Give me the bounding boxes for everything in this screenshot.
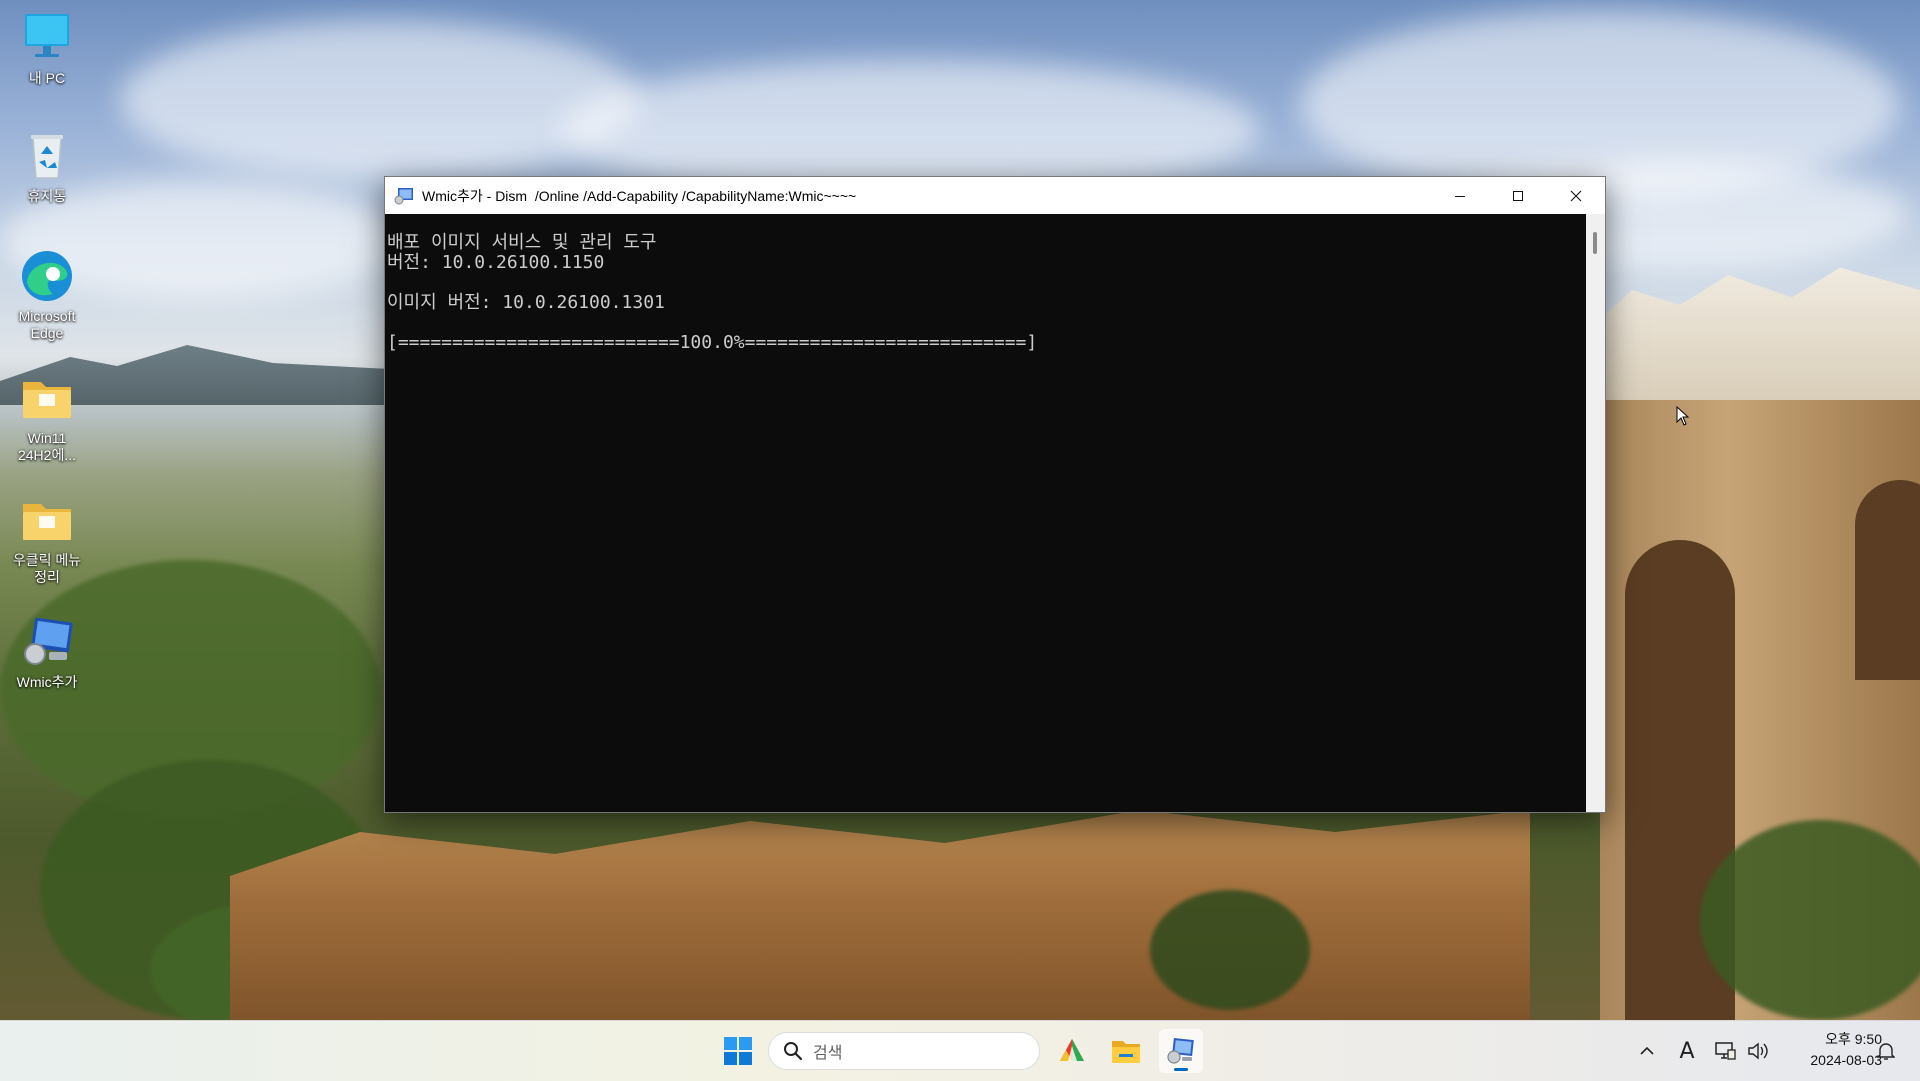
console-line: 배포 이미지 서비스 및 관리 도구 [387, 232, 657, 253]
desktop-icon-win11-folder[interactable]: Win11 24H2에... [2, 370, 92, 464]
desktop-icon-wmic[interactable]: Wmic추가 [2, 614, 92, 691]
window-title: Wmic추가 - Dism /Online /Add-Capability /C… [422, 187, 857, 204]
maximize-icon [1513, 190, 1523, 201]
window-titlebar[interactable]: Wmic추가 - Dism /Online /Add-Capability /C… [385, 177, 1605, 214]
desktop-icon-my-pc[interactable]: 내 PC [2, 10, 92, 87]
desktop-icon-label: Win11 24H2에... [17, 430, 77, 463]
desktop-icon-label: 우클릭 메뉴 정리 [12, 552, 82, 585]
bell-icon [1877, 1043, 1895, 1060]
desktop-icon-recycle-bin[interactable]: 휴지통 [2, 128, 92, 205]
colorful-app-icon [1060, 1039, 1084, 1061]
scrollbar-thumb[interactable] [1593, 232, 1597, 254]
desktop-icon-label: 내 PC [28, 70, 66, 86]
console-scrollbar[interactable] [1586, 214, 1605, 812]
console-app-icon [1167, 1037, 1194, 1064]
notifications-button[interactable] [1870, 1021, 1902, 1081]
file-explorer-icon [1112, 1041, 1140, 1063]
progress-bar-text: [==========================100.0%=======… [387, 332, 1038, 353]
windows-logo-icon [724, 1037, 752, 1065]
search-icon [784, 1042, 803, 1061]
maximize-button[interactable] [1489, 177, 1547, 214]
start-button[interactable] [720, 1033, 756, 1069]
taskbar-app-wmic-console[interactable] [1159, 1029, 1203, 1073]
minimize-icon [1455, 195, 1465, 197]
taskbar-search-box[interactable]: 검색 [768, 1032, 1040, 1070]
network-button[interactable] [1710, 1021, 1740, 1081]
ime-indicator[interactable]: A [1672, 1021, 1702, 1081]
console-output[interactable]: 배포 이미지 서비스 및 관리 도구 버전: 10.0.26100.1150 이… [385, 214, 1586, 812]
clock-time: 오후 9:50 [1825, 1031, 1882, 1047]
search-placeholder: 검색 [813, 1045, 843, 1062]
desktop-icon-label: 휴지통 [27, 188, 67, 204]
clock-date: 2024-08-03 [1810, 1052, 1882, 1068]
minimize-button[interactable] [1431, 177, 1489, 214]
desktop-icon-context-menu-folder[interactable]: 우클릭 메뉴 정리 [2, 492, 92, 586]
mouse-cursor-icon [1676, 406, 1690, 426]
active-app-indicator [1174, 1068, 1188, 1071]
recycle-bin-icon [19, 128, 75, 184]
console-line: 이미지 버전: 10.0.26100.1301 [387, 292, 665, 313]
desktop-icon-label: Microsoft Edge [18, 308, 76, 341]
edge-icon [19, 248, 75, 304]
console-app-icon [394, 187, 414, 205]
desktop-icon-label: Wmic추가 [16, 674, 78, 690]
console-window[interactable]: Wmic추가 - Dism /Online /Add-Capability /C… [384, 176, 1606, 813]
close-button[interactable] [1547, 177, 1605, 214]
computer-icon [19, 10, 75, 66]
speaker-icon [1748, 1042, 1768, 1060]
tray-overflow-button[interactable] [1632, 1021, 1662, 1081]
window-controls [1431, 177, 1605, 214]
volume-button[interactable] [1743, 1021, 1773, 1081]
close-icon [1570, 190, 1582, 201]
network-icon [1715, 1042, 1736, 1060]
wmic-shortcut-icon [19, 614, 75, 670]
folder-icon [19, 492, 75, 548]
taskbar: 검색 A 오후 9:50 2024-08-03 [0, 1020, 1920, 1081]
taskbar-app-file-explorer[interactable] [1104, 1029, 1148, 1073]
taskbar-app-colorful[interactable] [1050, 1029, 1094, 1073]
console-line: 버전: 10.0.26100.1150 [387, 252, 605, 273]
folder-icon [19, 370, 75, 426]
taskbar-clock[interactable]: 오후 9:50 2024-08-03 [1772, 1029, 1882, 1071]
desktop-icon-edge[interactable]: Microsoft Edge [2, 248, 92, 342]
chevron-up-icon [1640, 1046, 1654, 1055]
